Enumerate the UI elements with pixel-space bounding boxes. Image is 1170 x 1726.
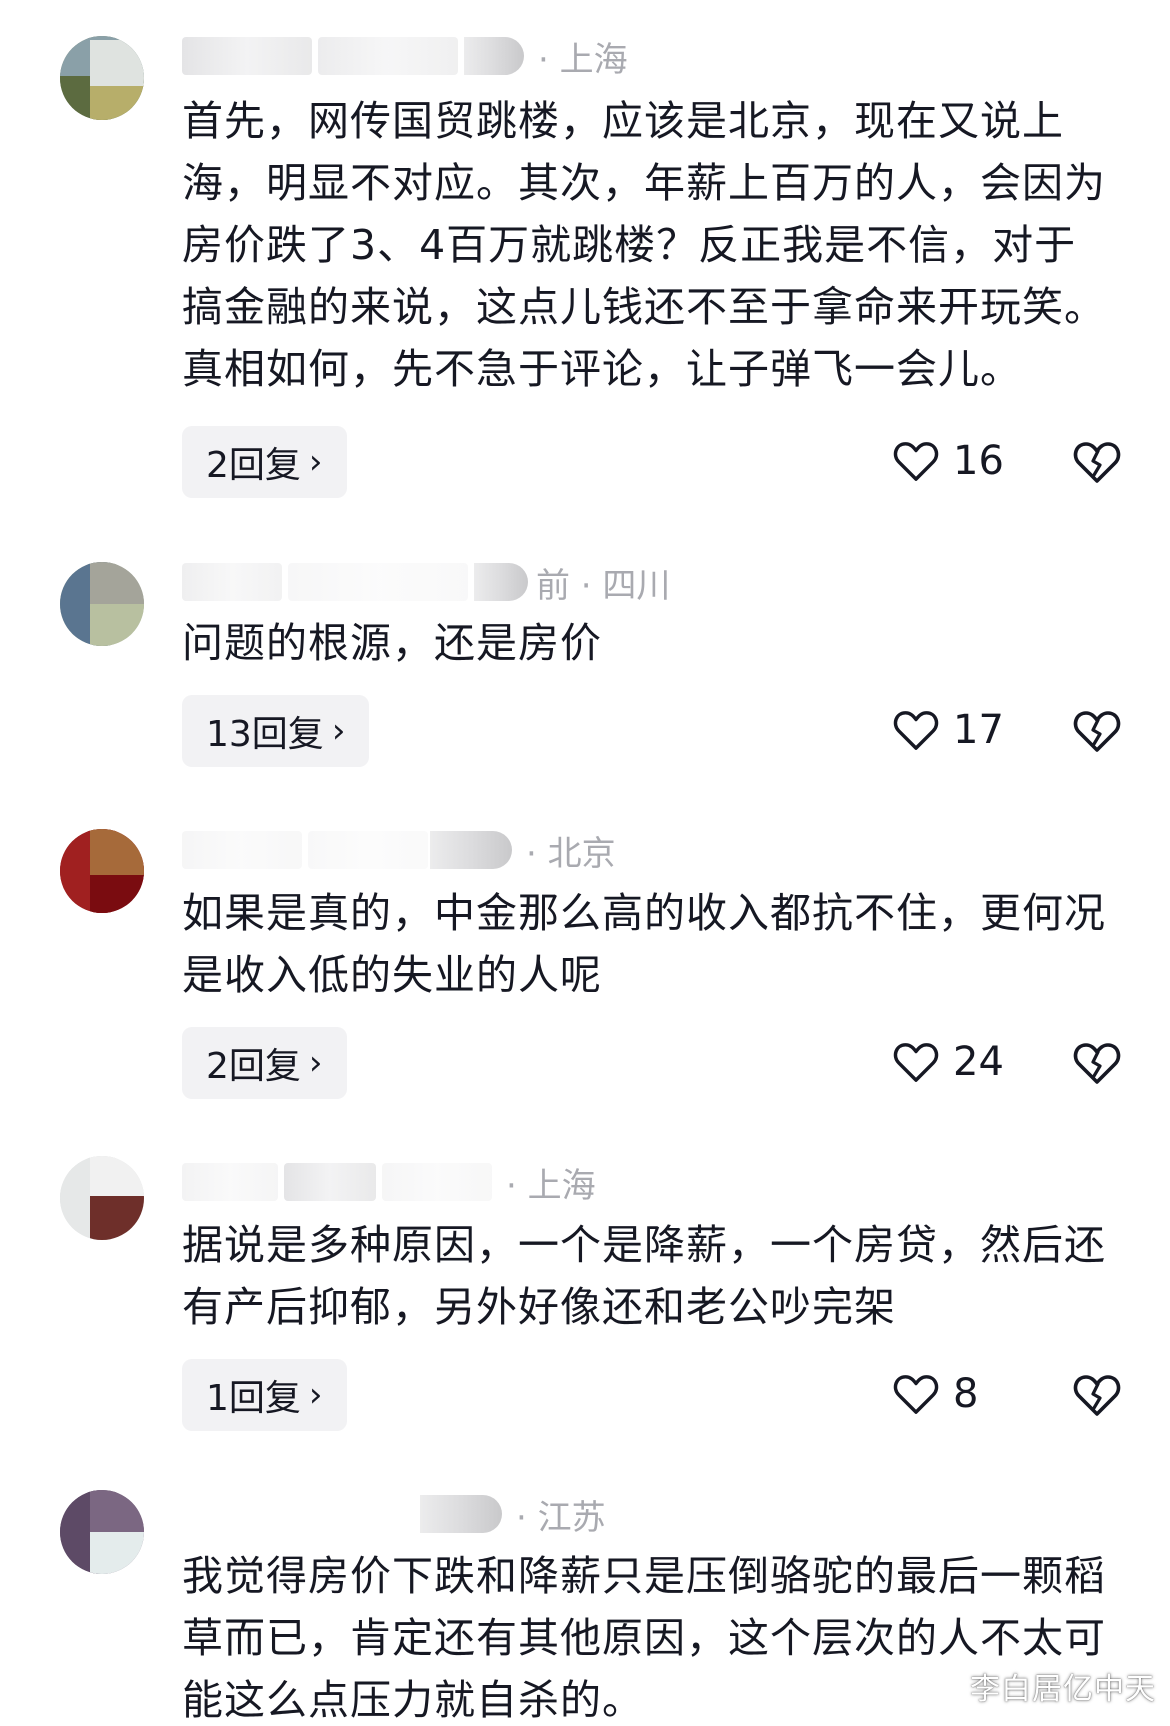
- comment-text-line: 海，明显不对应。其次，年薪上百万的人，会因为: [182, 159, 1106, 207]
- view-replies-button[interactable]: 2回复 ›: [182, 1027, 347, 1099]
- like-count: 16: [953, 438, 1004, 484]
- like-count: 24: [953, 1039, 1004, 1085]
- comment-meta: · 江苏: [182, 1494, 606, 1538]
- blurred-time: [430, 831, 512, 869]
- comment-text: 首先，网传国贸跳楼，应该是北京，现在又说上 海，明显不对应。其次，年薪上百万的人…: [182, 90, 1142, 400]
- chevron-right-icon: ›: [331, 711, 346, 751]
- blurred-username: [182, 563, 282, 601]
- comment-text-line: 首先，网传国贸跳楼，应该是北京，现在又说上: [182, 97, 1064, 145]
- view-replies-button[interactable]: 13回复 ›: [182, 695, 370, 767]
- chevron-right-icon: ›: [308, 1043, 323, 1083]
- like-button[interactable]: 16: [893, 438, 1004, 484]
- reply-count-label: 2回复: [206, 1046, 301, 1087]
- comment-text: 如果是真的，中金那么高的收入都抗不住，更何况 是收入低的失业的人呢: [182, 882, 1142, 1006]
- avatar[interactable]: [60, 1490, 144, 1574]
- like-count: 17: [953, 707, 1004, 753]
- comment-text-line: 有产后抑郁，另外好像还和老公吵完架: [182, 1283, 896, 1331]
- comment-text-line: 我觉得房价下跌和降薪只是压倒骆驼的最后一颗稻: [182, 1552, 1106, 1600]
- like-button[interactable]: 8: [893, 1371, 978, 1417]
- blurred-time-end: [464, 37, 524, 75]
- heart-outline-icon: [893, 1043, 939, 1082]
- avatar[interactable]: [60, 829, 144, 913]
- heart-outline-icon: [893, 442, 939, 481]
- comment-meta: 前 · 四川: [182, 562, 670, 606]
- comment-text-line: 问题的根源，还是房价: [182, 619, 602, 667]
- blurred-time: [474, 563, 528, 601]
- comment-text-line: 真相如何，先不急于评论，让子弹飞一会儿。: [182, 345, 1022, 393]
- comment-text-line: 如果是真的，中金那么高的收入都抗不住，更何况: [182, 889, 1106, 937]
- heart-outline-icon: [893, 711, 939, 750]
- like-count: 8: [953, 1371, 979, 1417]
- like-button[interactable]: 17: [893, 707, 1004, 753]
- blurred-username: [288, 563, 468, 601]
- comment-location: · 上海: [538, 39, 628, 80]
- comment-text-line: 搞金融的来说，这点儿钱还不至于拿命来开玩笑。: [182, 283, 1106, 331]
- blurred-username: [182, 1163, 278, 1201]
- avatar[interactable]: [60, 562, 144, 646]
- reply-count-label: 2回复: [206, 445, 301, 486]
- chevron-right-icon: ›: [308, 442, 323, 482]
- comment-text-line: 草而已，肯定还有其他原因，这个层次的人不太可: [182, 1614, 1106, 1662]
- comment-location: · 上海: [506, 1165, 596, 1206]
- blurred-username: [284, 1163, 376, 1201]
- broken-heart-icon[interactable]: [1073, 440, 1121, 484]
- watermark: 李白居亿中天: [970, 1672, 1156, 1707]
- view-replies-button[interactable]: 1回复 ›: [182, 1359, 347, 1431]
- broken-heart-icon[interactable]: [1073, 1041, 1121, 1085]
- heart-outline-icon: [893, 1375, 939, 1414]
- blurred-username: [182, 831, 302, 869]
- comment-location: · 江苏: [516, 1497, 606, 1538]
- like-button[interactable]: 24: [893, 1039, 1004, 1085]
- broken-heart-icon[interactable]: [1073, 709, 1121, 753]
- reply-count-label: 13回复: [206, 714, 324, 755]
- blurred-username: [182, 37, 312, 75]
- blurred-time: [420, 1495, 502, 1533]
- blurred-time: [318, 37, 458, 75]
- comment-location: · 北京: [526, 833, 616, 874]
- view-replies-button[interactable]: 2回复 ›: [182, 426, 347, 498]
- comment-meta: · 上海: [182, 1162, 596, 1206]
- avatar[interactable]: [60, 1156, 144, 1240]
- comment-meta: · 北京: [182, 830, 616, 874]
- comment-text: 问题的根源，还是房价: [182, 612, 1142, 674]
- comment-meta: ​ · 上海: [182, 36, 628, 80]
- chevron-right-icon: ›: [308, 1375, 323, 1415]
- comment-text-line: 是收入低的失业的人呢: [182, 951, 602, 999]
- blurred-username: [308, 831, 428, 869]
- avatar[interactable]: [60, 36, 144, 120]
- blurred-time: [382, 1163, 492, 1201]
- comment-text: 据说是多种原因，一个是降薪，一个房贷，然后还 有产后抑郁，另外好像还和老公吵完架: [182, 1214, 1142, 1338]
- comment-text-line: 房价跌了3、4百万就跳楼？反正我是不信，对于: [182, 221, 1077, 269]
- reply-count-label: 1回复: [206, 1378, 301, 1419]
- broken-heart-icon[interactable]: [1073, 1373, 1121, 1417]
- comment-text-line: 据说是多种原因，一个是降薪，一个房贷，然后还: [182, 1221, 1106, 1269]
- comment-location: 前 · 四川: [536, 565, 671, 606]
